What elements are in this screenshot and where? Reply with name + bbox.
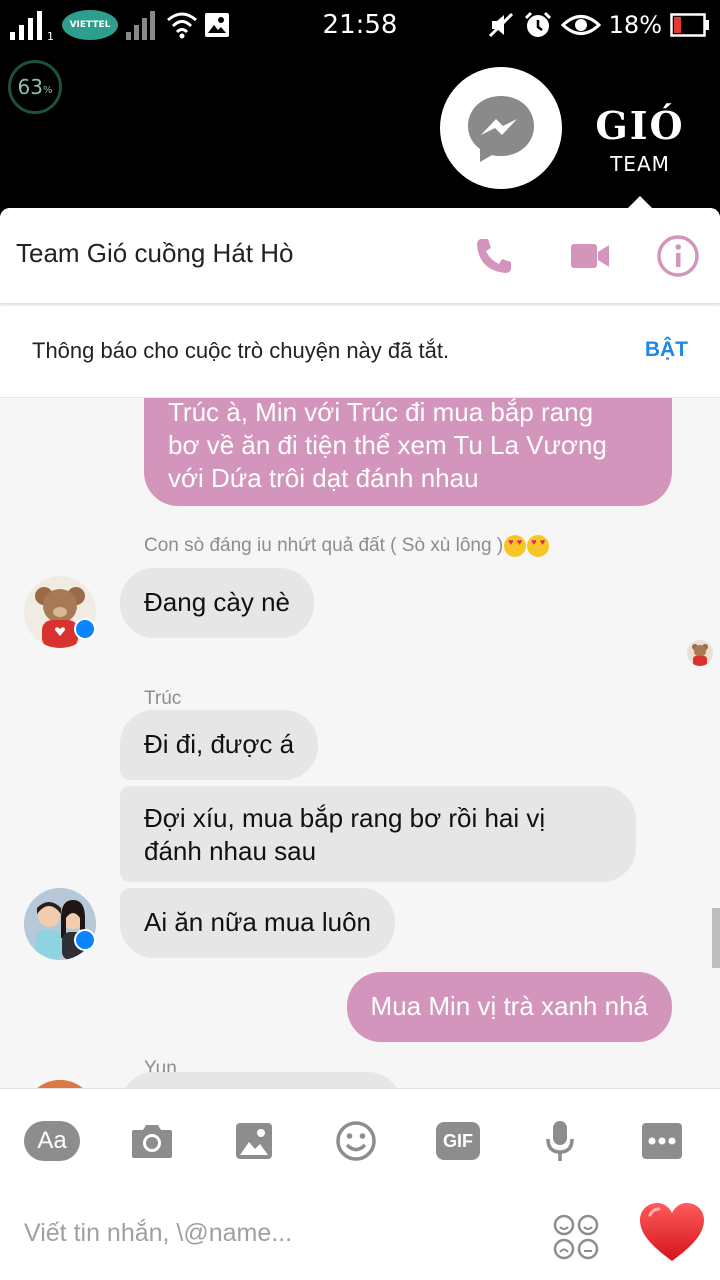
message-line: bơ về ăn đi tiện thể xem Tu La Vương <box>168 430 607 460</box>
more-options-button[interactable] <box>632 1113 692 1169</box>
mute-icon <box>488 12 513 38</box>
chat-heads-overlay: 63% GIÓ TEAM <box>0 50 720 210</box>
avatar[interactable] <box>24 1080 96 1088</box>
emoji-button[interactable] <box>326 1113 386 1169</box>
more-dots-icon <box>642 1123 682 1159</box>
battery-percent: 18% <box>608 11 662 39</box>
message-text: Đang cày nè <box>144 587 290 617</box>
sticker-button[interactable] <box>552 1213 600 1261</box>
read-receipt-avatar <box>687 640 713 666</box>
conversation-title[interactable]: Team Gió cuồng Hát Hò <box>16 238 293 269</box>
message-list[interactable]: Trúc à, Min với Trúc đi mua bắp rang bơ … <box>0 398 720 1088</box>
messenger-icon <box>468 96 534 162</box>
battery-icon <box>670 13 709 37</box>
info-icon <box>657 235 699 277</box>
gallery-button[interactable] <box>224 1113 284 1169</box>
messenger-chat-head[interactable] <box>440 67 562 189</box>
incoming-message[interactable]: Ai ăn nữa mua luôn <box>120 888 395 958</box>
anime-avatar-icon <box>24 1080 96 1088</box>
gif-icon: GIF <box>436 1122 480 1160</box>
group-logo-subtitle: TEAM <box>610 152 670 176</box>
message-line: Đợi xíu, mua bắp rang bơ rồi hai vị <box>144 803 546 833</box>
gif-button[interactable]: GIF <box>428 1113 488 1169</box>
incoming-message[interactable]: Đi đi, được á <box>120 710 319 780</box>
camera-icon <box>132 1125 172 1158</box>
video-call-button[interactable] <box>566 232 614 280</box>
message-text: Đi đi, được á <box>144 729 295 759</box>
message-line: đánh nhau sau <box>144 836 317 866</box>
scrollbar[interactable] <box>712 908 720 968</box>
incoming-message[interactable] <box>120 1072 402 1088</box>
microphone-icon <box>546 1121 574 1161</box>
ram-usage-widget[interactable]: 63% <box>8 60 62 114</box>
message-line: với Dứa trôi dạt đánh nhau <box>168 463 479 493</box>
message-input[interactable] <box>24 1213 524 1253</box>
smiley-icon <box>336 1121 376 1161</box>
sticker-faces-icon <box>553 1214 599 1260</box>
mute-notice-bar: Thông báo cho cuộc trò chuyện này đã tắt… <box>0 306 720 398</box>
incoming-message[interactable]: Đợi xíu, mua bắp rang bơ rồi hai vị đánh… <box>120 786 636 882</box>
like-heart-button[interactable] <box>638 1201 706 1265</box>
incoming-message[interactable]: Đang cày nè <box>120 568 314 638</box>
message-text: Ai ăn nữa mua luôn <box>144 907 371 937</box>
conversation-header: Team Gió cuồng Hát Hò <box>0 208 720 304</box>
heart-eyes-emoji <box>504 535 527 557</box>
camera-button[interactable] <box>122 1113 182 1169</box>
ram-usage-value: 63 <box>17 75 43 99</box>
group-chat-head[interactable]: GIÓ TEAM <box>580 80 700 200</box>
text-style-button[interactable]: Aa <box>22 1113 82 1169</box>
mute-notice-text: Thông báo cho cuộc trò chuyện này đã tắt… <box>32 338 450 363</box>
message-line: Trúc à, Min với Trúc đi mua bắp rang <box>168 398 594 427</box>
message-text: Mua Min vị trà xanh nhá <box>370 991 648 1021</box>
messenger-badge-icon <box>74 929 96 951</box>
image-icon <box>236 1123 272 1159</box>
outgoing-message[interactable]: Mua Min vị trà xanh nhá <box>346 972 672 1042</box>
info-button[interactable] <box>654 232 702 280</box>
outgoing-message[interactable]: Trúc à, Min với Trúc đi mua bắp rang bơ … <box>144 398 672 506</box>
sender-name: Trúc <box>144 688 182 709</box>
group-logo-text: GIÓ <box>595 103 685 148</box>
video-camera-icon <box>571 244 609 268</box>
messenger-badge-icon <box>74 618 96 640</box>
ram-usage-unit: % <box>42 84 53 96</box>
heart-icon <box>640 1203 704 1261</box>
message-composer: Aa GIF Viết tin nhắn, \@name... <box>0 1088 720 1280</box>
sender-name: Con sò đáng iu nhứt quả đất ( Sò xù lông… <box>144 535 550 557</box>
unmute-button[interactable]: BẬT <box>645 338 688 362</box>
voice-button[interactable] <box>530 1113 590 1169</box>
status-bar: 1 VIETTEL 21:58 18% <box>0 0 720 50</box>
aa-icon: Aa <box>24 1121 80 1161</box>
teddy-bear-mini-icon <box>692 644 708 666</box>
eye-icon <box>560 15 601 35</box>
call-button[interactable] <box>470 232 518 280</box>
chat-panel: Team Gió cuồng Hát Hò Thông báo cho cuộc… <box>0 208 720 1280</box>
heart-eyes-emoji <box>527 535 550 557</box>
phone-icon <box>477 239 511 273</box>
alarm-icon <box>524 11 551 37</box>
